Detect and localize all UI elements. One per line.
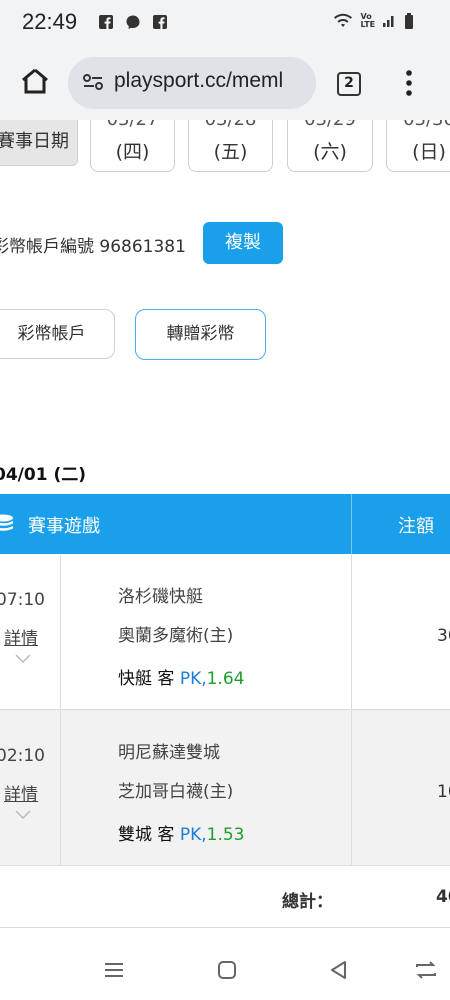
date-tab-weekday: (六) [313, 141, 347, 163]
system-icons: Vo LTE [333, 11, 414, 29]
header-amount-label: 注額 [398, 516, 434, 537]
date-tab-weekday: (四) [115, 141, 150, 163]
total-row: 總計： 40 [0, 866, 450, 928]
messenger-icon [126, 15, 140, 29]
time-cell: 07:10 詳情 [0, 554, 61, 709]
details-link[interactable]: 詳情 [4, 624, 38, 649]
browser-toolbar: playsport.cc/meml 2 [0, 44, 450, 120]
bet-odds: 1.53 [206, 825, 245, 845]
address-bar[interactable]: playsport.cc/meml [68, 57, 316, 109]
date-tab[interactable]: 03/30 (日) [386, 120, 450, 172]
copy-button[interactable]: 複製 [203, 222, 283, 264]
header-game-label: 賽事遊戲 [28, 516, 100, 537]
account-button[interactable]: 彩幣帳戶 [0, 309, 115, 359]
bet-team: 雙城 客 [118, 825, 175, 845]
system-nav-bar [0, 938, 450, 1000]
date-tab-weekday: (日) [412, 141, 446, 163]
signal-icon [383, 15, 394, 27]
facebook-icon [152, 14, 167, 29]
bet-odds: 1.64 [206, 669, 245, 689]
home-icon[interactable] [215, 958, 239, 982]
total-label: 總計： [282, 892, 333, 912]
coins-icon [0, 514, 13, 531]
status-time: 22:49 [22, 9, 78, 34]
bet-amount: 30 [437, 626, 450, 646]
game-time: 07:10 [0, 590, 45, 610]
home-team: 奧蘭多魔術(主) [118, 626, 234, 646]
url-text[interactable]: playsport.cc/meml [114, 69, 283, 93]
bet-type: PK, [179, 669, 207, 689]
date-tab[interactable]: 03/28 (五) [188, 120, 273, 172]
notification-icons [98, 12, 168, 30]
wifi-icon [333, 13, 352, 27]
site-settings-icon[interactable] [82, 71, 104, 93]
date-tab-date: 03/29 [288, 120, 372, 133]
day-heading: 04/01 (二) [0, 465, 86, 485]
rotate-icon[interactable] [414, 958, 438, 982]
back-icon[interactable] [327, 958, 351, 982]
date-tab[interactable]: 03/27 (四) [90, 120, 175, 172]
home-icon[interactable] [18, 64, 52, 98]
header-game-cell: 賽事遊戲 [0, 494, 352, 554]
away-team: 洛杉磯快艇 [118, 587, 203, 607]
status-bar: 22:49 Vo LTE [0, 0, 450, 44]
date-tab-date: 03/30 [387, 120, 450, 133]
details-link[interactable]: 詳情 [4, 780, 38, 805]
teams-cell: 洛杉磯快艇 奧蘭多魔術(主) 快艇 客 PK,1.64 [61, 554, 352, 709]
home-team: 芝加哥白襪(主) [118, 782, 234, 802]
bet-pick: 快艇 客 PK,1.64 [118, 664, 244, 689]
date-tabs-label: 賽事日期 [0, 120, 78, 166]
away-team: 明尼蘇達雙城 [118, 743, 220, 763]
chevron-down-icon[interactable] [14, 808, 32, 820]
recent-apps-icon[interactable] [102, 958, 126, 982]
date-tab-weekday: (五) [213, 141, 248, 163]
teams-cell: 明尼蘇達雙城 芝加哥白襪(主) 雙城 客 PK,1.53 [61, 710, 352, 865]
date-tab-date: 03/28 [189, 120, 272, 133]
bet-team: 快艇 客 [118, 669, 175, 689]
volte-icon: Vo LTE [360, 11, 376, 29]
bet-pick: 雙城 客 PK,1.53 [118, 820, 244, 845]
account-number: 彩幣帳戶編號 96861381 [0, 237, 186, 257]
date-tab-date: 03/27 [91, 120, 174, 133]
game-time: 02:10 [0, 746, 45, 766]
total-value: 40 [436, 887, 450, 907]
time-cell: 02:10 詳情 [0, 710, 61, 865]
bet-type: PK, [179, 825, 207, 845]
tab-switcher-button[interactable]: 2 [337, 72, 361, 96]
facebook-icon [99, 14, 113, 29]
date-tabs: 賽事日期 03/27 (四) 03/28 (五) 03/29 (六) 03/30… [0, 120, 450, 176]
bet-amount: 10 [437, 782, 450, 802]
table-header: 賽事遊戲 注額 [0, 494, 450, 554]
transfer-button[interactable]: 轉贈彩幣 [135, 309, 266, 360]
table-row: 02:10 詳情 明尼蘇達雙城 芝加哥白襪(主) 雙城 客 PK,1.53 10 [0, 710, 450, 866]
battery-icon [405, 12, 413, 29]
date-tab[interactable]: 03/29 (六) [287, 120, 373, 172]
chevron-down-icon[interactable] [14, 652, 32, 664]
more-menu-icon[interactable] [404, 66, 414, 100]
table-row: 07:10 詳情 洛杉磯快艇 奧蘭多魔術(主) 快艇 客 PK,1.64 30 [0, 554, 450, 710]
